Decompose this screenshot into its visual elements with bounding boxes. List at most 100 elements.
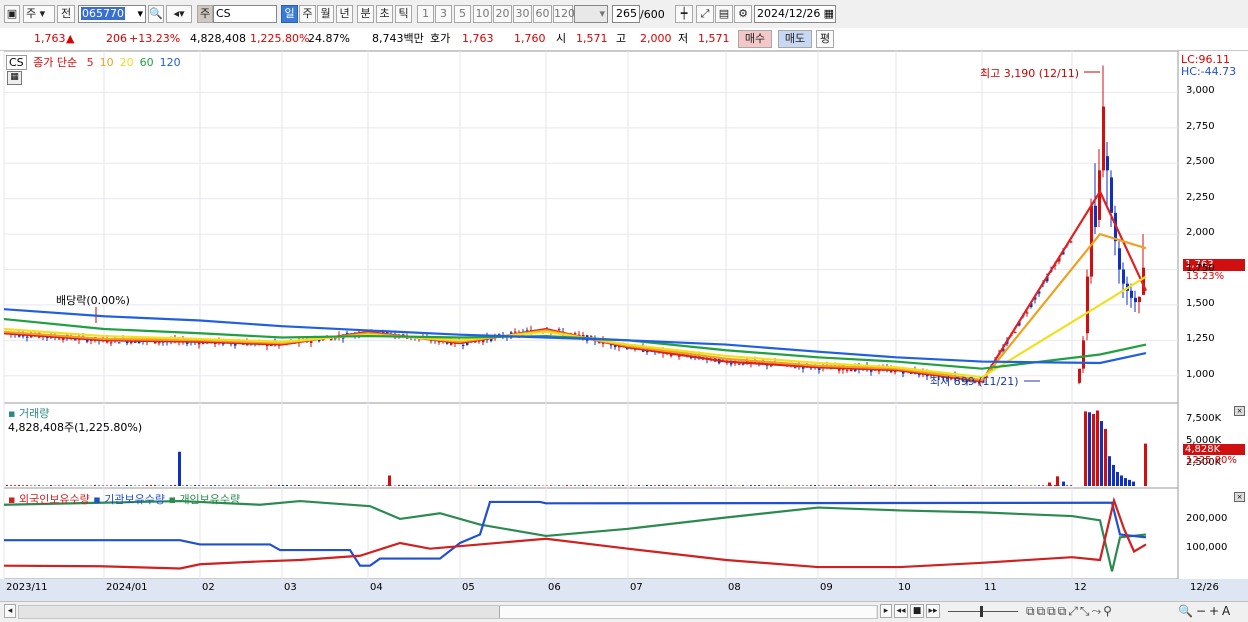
window-icon[interactable]: ▣	[4, 5, 20, 23]
period-month[interactable]: 월	[317, 5, 334, 23]
volume-bar	[498, 485, 500, 486]
forward-icon[interactable]: ▸▸	[926, 604, 940, 618]
volume-bar	[154, 485, 156, 486]
name-input[interactable]: CS	[213, 5, 277, 23]
volume-bar	[550, 485, 552, 486]
interval-5[interactable]: 5	[454, 5, 471, 23]
volume-bar	[38, 485, 40, 486]
bid1: 1,763	[462, 31, 494, 47]
interval-30[interactable]: 30	[513, 5, 532, 23]
interval-60[interactable]: 60	[533, 5, 552, 23]
volume-bar	[698, 485, 700, 486]
volume-bar	[946, 485, 948, 486]
current-volume-tag: 4,828K	[1183, 444, 1245, 455]
date-input[interactable]: 2024/12/26 ▦	[754, 5, 836, 23]
volume-bar	[1120, 475, 1123, 486]
volume-bar	[566, 485, 568, 486]
open: 1,571	[576, 31, 608, 47]
drawing-tools[interactable]: ⧉⧉⧉⧉⤢⤡⤳⚲	[1026, 604, 1114, 619]
count-input[interactable]: 265	[612, 5, 640, 23]
holder-panel-close-icon[interactable]: ×	[1234, 492, 1245, 502]
volume-bar	[282, 485, 284, 486]
volume: 4,828,408	[190, 31, 246, 47]
volume-bar	[482, 485, 484, 486]
scrollbar-thumb[interactable]	[499, 606, 876, 618]
volume-bar	[334, 485, 336, 486]
interval-3[interactable]: 3	[435, 5, 452, 23]
volume-y-tick: 7,500K	[1186, 413, 1221, 424]
scrollbar-track[interactable]	[18, 605, 878, 619]
date-value: 2024/12/26	[757, 7, 820, 20]
candle-body	[738, 364, 741, 365]
ma-legend-item: 120	[160, 56, 181, 69]
period-tick[interactable]: 틱	[395, 5, 412, 23]
volume-bar	[630, 485, 632, 486]
buy-button[interactable]: 매수	[738, 30, 772, 48]
chart-svg[interactable]	[0, 51, 1248, 601]
scroll-right-icon[interactable]: ▸	[880, 604, 892, 618]
volume-bar	[802, 485, 804, 486]
candle-body	[1138, 297, 1141, 302]
volume-bar	[6, 485, 8, 486]
volume-bar	[250, 485, 252, 486]
scroll-left-icon[interactable]: ◂	[4, 604, 16, 618]
volume-bar	[842, 485, 844, 486]
volume-bar	[894, 485, 896, 486]
calendar-icon[interactable]: ▦	[824, 6, 834, 22]
quote-bar: 1,763 ▲ 206 +13.23% 4,828,408 1,225.80% …	[0, 28, 1248, 51]
zoom-slider-handle[interactable]	[980, 606, 983, 617]
volume-bar	[606, 485, 608, 486]
volume-bar	[350, 485, 352, 486]
interval-custom[interactable]: ▾	[574, 5, 608, 23]
period-day[interactable]: 일	[281, 5, 298, 23]
panel-close-icon[interactable]: ×	[1234, 406, 1245, 416]
code-input[interactable]: 065770▾	[78, 5, 146, 23]
period-year[interactable]: 년	[336, 5, 353, 23]
volume-bar	[810, 485, 812, 486]
candle-body	[558, 329, 561, 330]
candle-body	[1070, 241, 1073, 242]
period-minute[interactable]: 분	[357, 5, 374, 23]
panel-tag[interactable]: CS	[6, 55, 27, 70]
sell-button[interactable]: 매도	[778, 30, 812, 48]
volume-bar	[242, 485, 244, 486]
volume-bar	[834, 485, 836, 486]
price-y-tick: 1,250	[1186, 333, 1215, 344]
price-y-tick: 2,500	[1186, 156, 1215, 167]
volume-bar	[670, 485, 672, 486]
prev-button[interactable]: 전	[57, 5, 75, 23]
mode-select[interactable]: 주 ▾	[23, 5, 55, 23]
interval-120[interactable]: 120	[553, 5, 573, 23]
gear-icon[interactable]: ⚙	[734, 5, 752, 23]
volume-bar	[954, 485, 956, 486]
volume-bar	[930, 485, 932, 486]
tool-icon[interactable]: ⤢	[696, 5, 714, 23]
candle-body	[58, 339, 61, 340]
search-icon[interactable]: 🔍	[148, 5, 164, 23]
volume-bar	[1070, 485, 1072, 486]
chart-area[interactable]: CS 종가 단순 5102060120 ▦ LC:96.11 HC:-44.73…	[0, 51, 1248, 601]
interval-10[interactable]: 10	[473, 5, 492, 23]
table-icon[interactable]: ▦	[7, 71, 22, 85]
volume-bar	[290, 485, 292, 486]
volume-bar	[502, 485, 504, 486]
candle-body	[1026, 312, 1029, 313]
rewind-icon[interactable]: ◂◂	[894, 604, 908, 618]
eval-button[interactable]: 평	[816, 30, 834, 48]
period-week[interactable]: 주	[299, 5, 316, 23]
save-icon[interactable]: ▤	[715, 5, 733, 23]
volume-bar	[650, 485, 652, 486]
stop-icon[interactable]: ■	[910, 604, 924, 618]
volume-bar	[170, 485, 172, 486]
speaker-icon[interactable]: ◂▾	[166, 5, 192, 23]
volume-bar	[910, 485, 912, 486]
candle-icon[interactable]: ┿	[675, 5, 693, 23]
zoom-tools[interactable]: 🔍−+A	[1178, 604, 1233, 618]
hc-label: HC:-44.73	[1181, 65, 1236, 78]
volume-bar	[722, 485, 724, 486]
zoom-slider[interactable]	[948, 611, 1018, 612]
period-second[interactable]: 초	[376, 5, 393, 23]
interval-1[interactable]: 1	[417, 5, 434, 23]
volume-bar	[506, 485, 508, 486]
interval-20[interactable]: 20	[493, 5, 512, 23]
